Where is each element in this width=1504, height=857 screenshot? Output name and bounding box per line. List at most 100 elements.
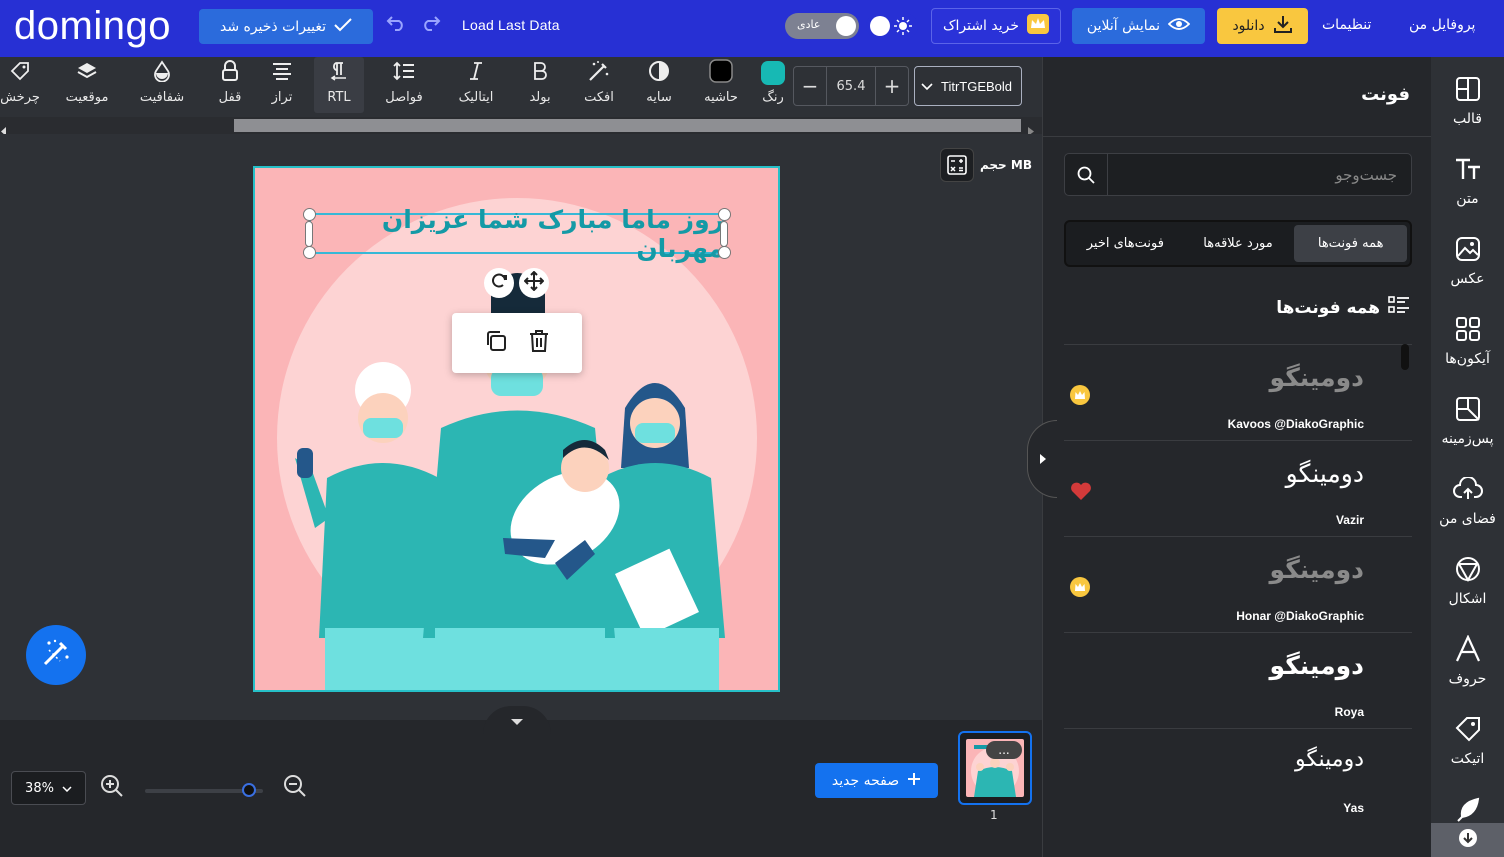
chevron-right-icon	[1039, 450, 1047, 469]
nav-item-templates[interactable]: قالب	[1431, 71, 1504, 151]
nav-item-stickers[interactable]: اتیکت	[1431, 711, 1504, 791]
move-handle[interactable]	[519, 268, 549, 298]
canvas-title-text[interactable]: روز ماما مبارک شما عزیزان مهربان	[309, 205, 724, 263]
font-item[interactable]: دومینگو Yas	[1064, 728, 1412, 824]
online-preview-button[interactable]: نمایش آنلاین	[1072, 8, 1205, 44]
font-search-input[interactable]	[1109, 154, 1411, 195]
shadow-tool[interactable]: سایه	[638, 57, 680, 113]
zoom-out-icon[interactable]	[283, 774, 307, 802]
download-icon	[1273, 14, 1293, 38]
font-item[interactable]: دومینگو Honar @DiakoGraphic	[1064, 536, 1412, 632]
rtl-tool[interactable]: RTL	[314, 57, 364, 113]
calculator-icon[interactable]	[940, 148, 974, 182]
section-heading: همه فونت‌ها	[1276, 295, 1410, 320]
profile-link[interactable]: پروفایل من	[1409, 13, 1475, 37]
chevron-down-icon	[921, 79, 933, 94]
position-tool[interactable]: موقعیت	[58, 57, 116, 113]
magic-wand-icon	[588, 60, 610, 86]
increase-size-button[interactable]: +	[876, 67, 908, 105]
rotate-tool[interactable]: چرخش	[0, 57, 40, 113]
search-icon[interactable]	[1065, 154, 1108, 195]
nav-item-letters[interactable]: حروف	[1431, 631, 1504, 711]
lock-tool[interactable]: قفل	[210, 57, 250, 113]
crown-icon	[1070, 385, 1090, 405]
position-label: موقعیت	[65, 90, 109, 105]
zoom-select[interactable]: 38%	[11, 771, 86, 805]
nav-label: حروف	[1448, 671, 1487, 687]
resize-handle-bottom-left[interactable]	[303, 246, 316, 259]
resize-handle-top-left[interactable]	[303, 208, 316, 221]
scrollbar-thumb[interactable]	[234, 119, 1021, 132]
panel-title: فونت	[1361, 84, 1410, 105]
text-icon	[1454, 157, 1482, 185]
zoom-in-icon[interactable]	[100, 774, 124, 802]
font-sample: دومینگو	[1269, 363, 1364, 392]
font-item[interactable]: دومینگو Roya	[1064, 632, 1412, 728]
mode-toggle[interactable]: عادی	[785, 13, 859, 39]
font-family-select[interactable]: TitrTGEBold	[914, 66, 1022, 106]
redo-button[interactable]	[420, 13, 442, 37]
buy-subscription-button[interactable]: خرید اشتراک	[931, 8, 1061, 44]
heart-icon[interactable]	[1070, 481, 1092, 505]
border-swatch-icon	[709, 59, 733, 87]
new-page-button[interactable]: صفحه جدید	[815, 763, 938, 798]
font-item[interactable]: دومینگو Vazir	[1064, 440, 1412, 536]
nav-item-icons[interactable]: آیکون‌ها	[1431, 311, 1504, 391]
page-menu-button[interactable]: ...	[986, 741, 1022, 759]
align-icon	[272, 62, 292, 84]
nav-item-background[interactable]: پس‌زمینه	[1431, 391, 1504, 471]
download-button[interactable]: دانلود	[1217, 8, 1308, 44]
font-size-value[interactable]: 65.4	[826, 67, 876, 105]
image-icon	[1455, 236, 1481, 266]
load-last-data-button[interactable]: Load Last Data	[462, 13, 560, 37]
font-sample: دومینگو	[1295, 747, 1364, 772]
resize-handle-top-right[interactable]	[718, 208, 731, 221]
effect-tool[interactable]: افکت	[578, 57, 620, 113]
nav-scroll-down-button[interactable]	[1431, 823, 1504, 857]
eye-icon	[1167, 17, 1191, 35]
resize-handle-right[interactable]	[720, 221, 728, 247]
font-list-scrollbar[interactable]	[1401, 344, 1409, 370]
nav-item-shapes[interactable]: اشکال	[1431, 551, 1504, 631]
rotate-handle[interactable]	[484, 268, 514, 298]
saved-status-button[interactable]: تغییرات ذخیره شد	[199, 9, 373, 44]
italic-tool[interactable]: ایتالیک	[450, 57, 502, 113]
undo-button[interactable]	[385, 13, 407, 37]
decrease-size-button[interactable]: −	[794, 67, 826, 105]
top-header: domingo تغییرات ذخیره شد Load Last Data …	[0, 0, 1504, 57]
grid-icon	[1455, 316, 1481, 346]
settings-link[interactable]: تنظیمات	[1322, 13, 1371, 37]
element-context-menu	[452, 313, 582, 373]
tab-recent[interactable]: فونت‌های اخیر	[1069, 225, 1182, 262]
align-tool[interactable]: تراز	[262, 57, 302, 113]
theme-toggle[interactable]	[866, 13, 918, 39]
sun-icon	[894, 17, 912, 39]
duplicate-icon[interactable]	[484, 329, 508, 357]
page-thumbnail[interactable]: ...	[958, 731, 1032, 805]
color-tool[interactable]: رنگ	[756, 57, 790, 113]
tab-all-fonts[interactable]: همه فونت‌ها	[1294, 225, 1407, 262]
font-name: Honar @DiakoGraphic	[1236, 609, 1364, 623]
redo-icon	[421, 15, 441, 35]
resize-handle-left[interactable]	[305, 221, 313, 247]
opacity-tool[interactable]: شفافیت	[133, 57, 191, 113]
trash-icon[interactable]	[528, 329, 550, 357]
magic-tools-button[interactable]	[26, 625, 86, 685]
nav-item-text[interactable]: متن	[1431, 151, 1504, 231]
toolbar-scrollbar[interactable]	[0, 117, 1042, 136]
spacing-tool[interactable]: فواصل	[378, 57, 430, 113]
border-tool[interactable]: حاشیه	[698, 57, 744, 113]
shadow-label: سایه	[646, 90, 672, 105]
font-item[interactable]: دومینگو Kavoos @DiakoGraphic	[1064, 344, 1412, 440]
zoom-slider-knob[interactable]	[241, 783, 256, 797]
nav-item-my-space[interactable]: فضای من	[1431, 471, 1504, 551]
font-size-control: − 65.4 +	[793, 66, 909, 106]
chevron-down-icon	[62, 781, 72, 796]
rotate-icon	[490, 272, 508, 294]
mode-label: عادی	[797, 18, 821, 31]
tab-favorites[interactable]: مورد علاقه‌ها	[1182, 225, 1295, 262]
nav-item-photos[interactable]: عکس	[1431, 231, 1504, 311]
resize-handle-bottom-right[interactable]	[718, 246, 731, 259]
bold-tool[interactable]: بولد	[520, 57, 560, 113]
rotate-label: چرخش	[0, 90, 40, 105]
